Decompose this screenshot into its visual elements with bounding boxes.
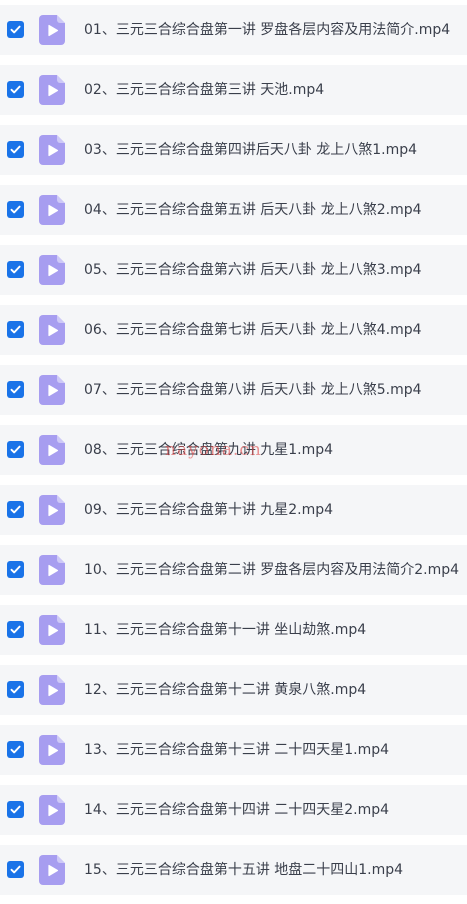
checkmark-icon xyxy=(10,865,21,874)
file-name: 13、三元三合综合盘第十三讲 二十四天星1.mp4 xyxy=(84,742,390,758)
video-file-icon xyxy=(39,75,65,105)
checkmark-icon xyxy=(10,325,21,334)
file-name: 05、三元三合综合盘第六讲 后天八卦 龙上八煞3.mp4 xyxy=(84,262,422,278)
file-row[interactable]: 03、三元三合综合盘第四讲后天八卦 龙上八煞1.mp4 xyxy=(0,125,467,175)
file-row[interactable]: 10、三元三合综合盘第二讲 罗盘各层内容及用法简介2.mp4 xyxy=(0,545,467,595)
file-name: 15、三元三合综合盘第十五讲 地盘二十四山1.mp4 xyxy=(84,862,404,878)
checkmark-icon xyxy=(10,265,21,274)
file-row[interactable]: 15、三元三合综合盘第十五讲 地盘二十四山1.mp4 xyxy=(0,845,467,895)
file-name: 01、三元三合综合盘第一讲 罗盘各层内容及用法简介.mp4 xyxy=(84,22,451,38)
video-file-icon xyxy=(39,795,65,825)
file-name: 11、三元三合综合盘第十一讲 坐山劫煞.mp4 xyxy=(84,622,367,638)
video-file-icon xyxy=(39,375,65,405)
checkmark-icon xyxy=(10,745,21,754)
checkmark-icon xyxy=(10,385,21,394)
file-name: 10、三元三合综合盘第二讲 罗盘各层内容及用法简介2.mp4 xyxy=(84,562,460,578)
file-row[interactable]: 06、三元三合综合盘第七讲 后天八卦 龙上八煞4.mp4 xyxy=(0,305,467,355)
file-checkbox[interactable] xyxy=(7,141,24,158)
file-checkbox[interactable] xyxy=(7,261,24,278)
file-name: 06、三元三合综合盘第七讲 后天八卦 龙上八煞4.mp4 xyxy=(84,322,422,338)
video-file-icon xyxy=(39,435,65,465)
file-row[interactable]: 09、三元三合综合盘第十讲 九星2.mp4 xyxy=(0,485,467,535)
video-file-icon xyxy=(39,15,65,45)
file-checkbox[interactable] xyxy=(7,681,24,698)
file-checkbox[interactable] xyxy=(7,321,24,338)
checkmark-icon xyxy=(10,85,21,94)
file-row[interactable]: 08、三元三合综合盘第九讲 九星1.mp4 xyxy=(0,425,467,475)
video-file-icon xyxy=(39,675,65,705)
file-name: 03、三元三合综合盘第四讲后天八卦 龙上八煞1.mp4 xyxy=(84,142,418,158)
video-file-icon xyxy=(39,135,65,165)
file-name: 14、三元三合综合盘第十四讲 二十四天星2.mp4 xyxy=(84,802,390,818)
file-row[interactable]: 14、三元三合综合盘第十四讲 二十四天星2.mp4 xyxy=(0,785,467,835)
checkmark-icon xyxy=(10,805,21,814)
checkmark-icon xyxy=(10,445,21,454)
file-row[interactable]: 07、三元三合综合盘第八讲 后天八卦 龙上八煞5.mp4 xyxy=(0,365,467,415)
checkmark-icon xyxy=(10,145,21,154)
file-checkbox[interactable] xyxy=(7,381,24,398)
file-checkbox[interactable] xyxy=(7,501,24,518)
file-row[interactable]: 13、三元三合综合盘第十三讲 二十四天星1.mp4 xyxy=(0,725,467,775)
file-checkbox[interactable] xyxy=(7,561,24,578)
video-file-icon xyxy=(39,195,65,225)
file-name: 08、三元三合综合盘第九讲 九星1.mp4 xyxy=(84,442,334,458)
file-row[interactable]: 04、三元三合综合盘第五讲 后天八卦 龙上八煞2.mp4 xyxy=(0,185,467,235)
checkmark-icon xyxy=(10,685,21,694)
file-checkbox[interactable] xyxy=(7,741,24,758)
checkmark-icon xyxy=(10,505,21,514)
file-checkbox[interactable] xyxy=(7,621,24,638)
video-file-icon xyxy=(39,255,65,285)
file-name: 07、三元三合综合盘第八讲 后天八卦 龙上八煞5.mp4 xyxy=(84,382,422,398)
file-row[interactable]: 05、三元三合综合盘第六讲 后天八卦 龙上八煞3.mp4 xyxy=(0,245,467,295)
file-list: 01、三元三合综合盘第一讲 罗盘各层内容及用法简介.mp4 02、三元三合综合盘第… xyxy=(0,0,467,904)
video-file-icon xyxy=(39,615,65,645)
video-file-icon xyxy=(39,855,65,885)
file-row[interactable]: 12、三元三合综合盘第十二讲 黄泉八煞.mp4 xyxy=(0,665,467,715)
video-file-icon xyxy=(39,495,65,525)
file-name: 09、三元三合综合盘第十讲 九星2.mp4 xyxy=(84,502,334,518)
file-checkbox[interactable] xyxy=(7,201,24,218)
checkmark-icon xyxy=(10,625,21,634)
video-file-icon xyxy=(39,735,65,765)
file-row[interactable]: 11、三元三合综合盘第十一讲 坐山劫煞.mp4 xyxy=(0,605,467,655)
file-name: 04、三元三合综合盘第五讲 后天八卦 龙上八煞2.mp4 xyxy=(84,202,422,218)
video-file-icon xyxy=(39,555,65,585)
file-checkbox[interactable] xyxy=(7,81,24,98)
file-checkbox[interactable] xyxy=(7,441,24,458)
file-checkbox[interactable] xyxy=(7,801,24,818)
file-name: 02、三元三合综合盘第三讲 天池.mp4 xyxy=(84,82,325,98)
file-row[interactable]: 02、三元三合综合盘第三讲 天池.mp4 xyxy=(0,65,467,115)
file-checkbox[interactable] xyxy=(7,861,24,878)
file-name: 12、三元三合综合盘第十二讲 黄泉八煞.mp4 xyxy=(84,682,367,698)
file-checkbox[interactable] xyxy=(7,21,24,38)
checkmark-icon xyxy=(10,565,21,574)
checkmark-icon xyxy=(10,25,21,34)
video-file-icon xyxy=(39,315,65,345)
checkmark-icon xyxy=(10,205,21,214)
file-row[interactable]: 01、三元三合综合盘第一讲 罗盘各层内容及用法简介.mp4 xyxy=(0,5,467,55)
